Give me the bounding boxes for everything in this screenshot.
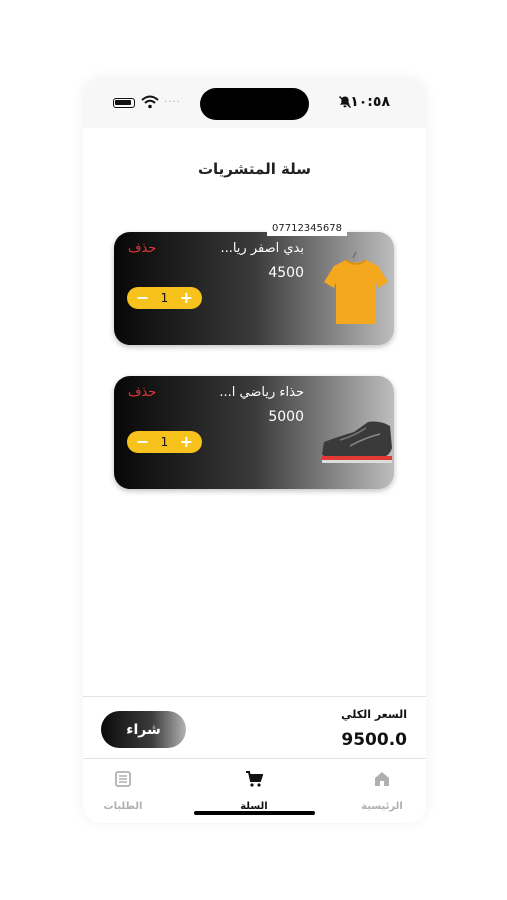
phone-frame: ١٠:٥٨ ···· سلة المتشريات 07712345678 حذف… [83,78,426,823]
tab-label: الرئيسية [361,801,403,812]
tab-cart[interactable]: السلة [214,770,294,813]
home-icon [375,772,389,786]
phone-number-tag: 07712345678 [267,222,347,236]
battery-icon [113,98,135,108]
status-bar: ١٠:٥٨ ···· [83,78,426,128]
increment-button[interactable]: + [180,290,193,306]
yellow-shirt-image [324,251,388,324]
page-title: سلة المتشريات [197,160,312,178]
tab-label: الطلبات [103,801,143,812]
sneaker-image [322,421,392,463]
cart-item-card: حذف حذاء رياضي ا... 5000 − 1 + [114,376,394,489]
quantity-value: 1 [160,435,169,449]
quantity-stepper: − 1 + [127,431,202,453]
signal-dots: ···· [164,97,181,108]
dynamic-island [200,88,309,120]
decrement-button[interactable]: − [136,290,149,306]
cart-item-card: حذف بدي اصفر ريا... 4500 − 1 + [114,232,394,345]
product-name: بدي اصفر ريا... [220,241,304,256]
total-price-value: 9500.0 [341,730,407,750]
tab-home[interactable]: الرئيسية [342,770,422,813]
tab-orders[interactable]: الطلبات [83,770,163,813]
cart-icon [246,771,263,787]
bell-off-icon [338,95,352,109]
home-indicator [194,811,315,815]
status-time: ١٠:٥٨ [350,94,390,110]
product-name: حذاء رياضي ا... [219,385,304,400]
buy-button[interactable]: شراء [101,711,186,748]
wifi-icon [141,95,159,109]
quantity-value: 1 [160,291,169,305]
total-price-label: السعر الكلي [341,708,407,721]
increment-button[interactable]: + [180,434,193,450]
cart-footer: شراء السعر الكلي 9500.0 [83,696,426,759]
orders-icon [115,771,131,787]
decrement-button[interactable]: − [136,434,149,450]
quantity-stepper: − 1 + [127,287,202,309]
delete-button[interactable]: حذف [128,241,156,256]
product-price: 5000 [268,409,304,425]
delete-button[interactable]: حذف [128,385,156,400]
product-price: 4500 [268,265,304,281]
